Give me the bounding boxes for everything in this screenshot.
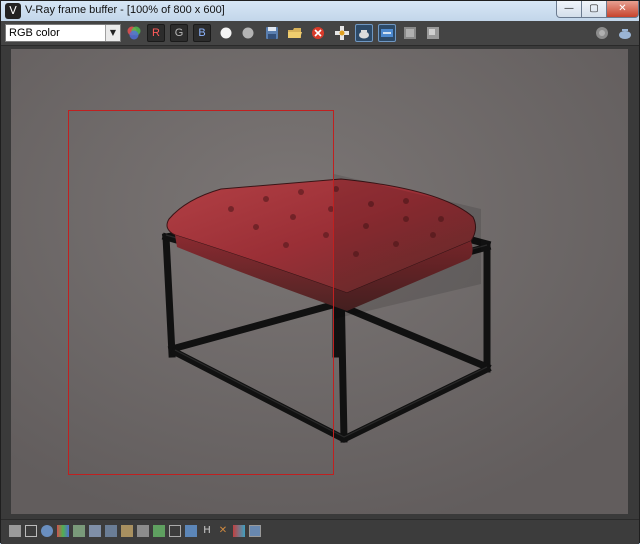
- red-channel-button[interactable]: R: [147, 24, 165, 42]
- lens-effects-icon[interactable]: ✕: [217, 525, 229, 537]
- render-teapot-button[interactable]: [355, 24, 373, 42]
- lut-icon[interactable]: [169, 525, 181, 537]
- window-title: V-Ray frame buffer - [100% of 800 x 600]: [25, 4, 225, 16]
- vray-logo-icon: V: [5, 3, 21, 19]
- color-clamp-icon[interactable]: [9, 525, 21, 537]
- status-bar: H ✕: [1, 519, 639, 544]
- layers-icon[interactable]: [401, 24, 419, 42]
- save-image-icon[interactable]: [263, 24, 281, 42]
- track-mouse-icon[interactable]: [333, 24, 351, 42]
- stop-render-icon[interactable]: [593, 24, 611, 42]
- channel-select[interactable]: RGB color ▼: [5, 24, 121, 42]
- curves-icon[interactable]: [89, 525, 101, 537]
- vfb-window: V V-Ray frame buffer - [100% of 800 x 60…: [0, 0, 640, 544]
- history-icon[interactable]: H: [201, 525, 213, 537]
- settings-icon[interactable]: [249, 525, 261, 537]
- title-bar[interactable]: V V-Ray frame buffer - [100% of 800 x 60…: [1, 1, 639, 22]
- background-icon[interactable]: [153, 525, 165, 537]
- render-viewport[interactable]: [11, 49, 628, 514]
- exposure-icon[interactable]: [121, 525, 133, 537]
- render-region-box[interactable]: [68, 110, 334, 475]
- pixel-info-icon[interactable]: [25, 525, 37, 537]
- close-button[interactable]: ✕: [606, 1, 639, 18]
- open-folder-icon[interactable]: [286, 24, 304, 42]
- clear-image-icon[interactable]: [309, 24, 327, 42]
- monochrome-gray-icon[interactable]: [239, 24, 257, 42]
- maximize-button[interactable]: ▢: [581, 1, 607, 18]
- white-balance-icon[interactable]: [137, 525, 149, 537]
- green-channel-button[interactable]: G: [170, 24, 188, 42]
- show-corrections-icon[interactable]: [378, 24, 396, 42]
- minimize-button[interactable]: —: [556, 1, 582, 18]
- monochrome-white-icon[interactable]: [217, 24, 235, 42]
- render-icon[interactable]: [616, 24, 634, 42]
- blue-channel-button[interactable]: B: [193, 24, 211, 42]
- info-icon[interactable]: [41, 525, 53, 537]
- toolbar: RGB color ▼ R G B: [1, 21, 639, 46]
- compare-history-icon[interactable]: [233, 525, 245, 537]
- channel-colors-icon[interactable]: [125, 24, 143, 42]
- color-correction-icon[interactable]: [57, 525, 69, 537]
- channel-select-value: RGB color: [9, 27, 60, 39]
- levels-icon[interactable]: [73, 525, 85, 537]
- ocio-icon[interactable]: [185, 525, 197, 537]
- histogram-icon[interactable]: [105, 525, 117, 537]
- compare-ab-icon[interactable]: [424, 24, 442, 42]
- chevron-down-icon[interactable]: ▼: [105, 25, 120, 41]
